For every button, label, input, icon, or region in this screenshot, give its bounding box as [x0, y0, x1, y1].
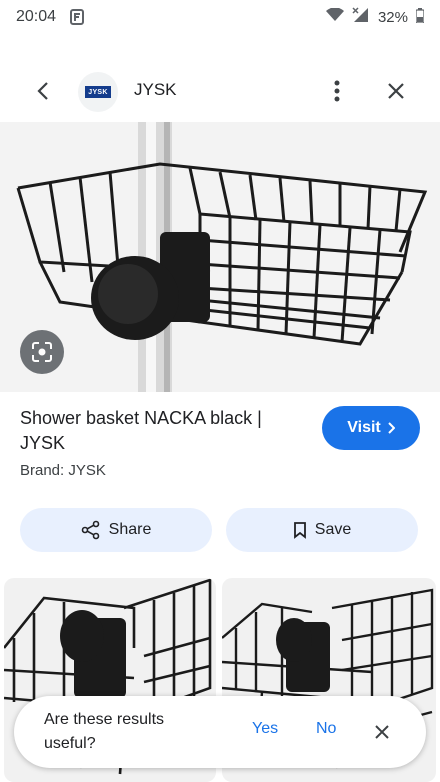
chevron-right-icon — [388, 422, 395, 434]
site-name: JYSK — [134, 80, 177, 99]
product-image[interactable] — [0, 122, 440, 392]
share-button[interactable]: Share — [20, 508, 212, 552]
f-icon — [70, 9, 85, 25]
close-icon — [375, 725, 389, 739]
product-title[interactable]: Shower basket NACKA black | JYSK — [20, 406, 300, 456]
save-button[interactable]: Save — [226, 508, 418, 552]
feedback-card: Are these results useful? Yes No — [14, 696, 426, 768]
more-options-button[interactable] — [322, 76, 352, 106]
save-label: Save — [314, 521, 352, 538]
bookmark-icon — [293, 522, 306, 539]
close-button[interactable] — [380, 76, 412, 106]
brand-label: Brand: JYSK — [20, 462, 106, 479]
visit-label: Visit — [347, 419, 381, 436]
status-bar: 20:04 32% — [0, 0, 440, 34]
shower-basket-image — [16, 122, 428, 392]
feedback-no-button[interactable]: No — [316, 720, 336, 738]
feedback-close-button[interactable] — [370, 720, 394, 744]
back-button[interactable] — [28, 76, 58, 106]
status-time: 20:04 — [16, 8, 57, 25]
battery-icon — [415, 7, 425, 27]
google-lens-button[interactable] — [20, 330, 64, 374]
more-vert-icon — [334, 80, 340, 102]
close-icon — [388, 83, 404, 99]
signal-icon — [352, 7, 370, 27]
jysk-logo: JYSK — [85, 86, 111, 98]
top-bar: JYSK JYSK — [0, 60, 440, 120]
battery-percent: 32% — [377, 8, 408, 26]
site-logo: JYSK — [78, 72, 118, 112]
share-icon — [81, 520, 99, 540]
share-label: Share — [108, 521, 152, 538]
status-indicators: 32% — [325, 7, 425, 27]
feedback-yes-button[interactable]: Yes — [252, 720, 278, 738]
chevron-left-icon — [37, 82, 48, 100]
feedback-question: Are these results useful? — [44, 711, 165, 752]
visit-button[interactable]: Visit — [322, 406, 420, 450]
wifi-icon — [325, 7, 344, 26]
lens-icon — [32, 342, 52, 362]
